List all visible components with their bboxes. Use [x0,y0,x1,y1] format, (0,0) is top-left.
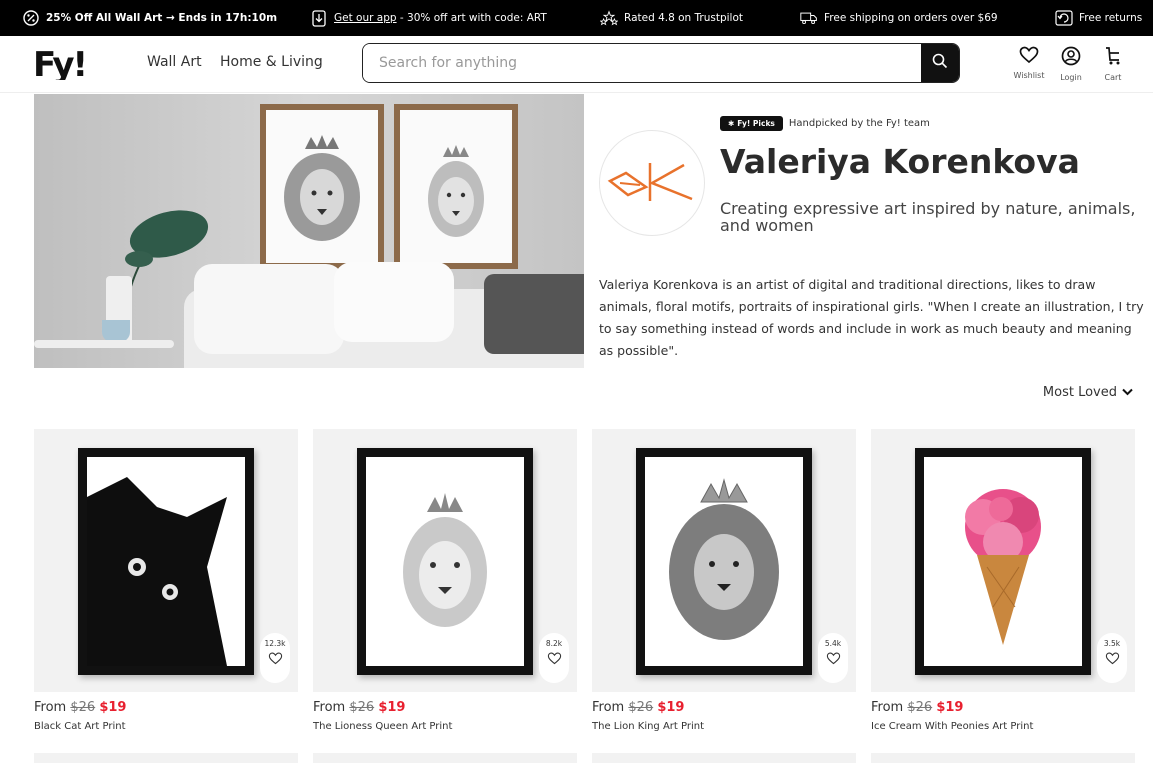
nav-wall-art[interactable]: Wall Art [147,54,202,70]
promo-rating[interactable]: Rated 4.8 on Trustpilot [600,0,743,36]
love-count: 8.2k [545,639,563,648]
product-card-next-row [871,753,1135,763]
product-card-next-row [34,753,298,763]
product-image[interactable]: 3.5k [871,429,1135,692]
search-button[interactable] [921,44,959,82]
heart-icon [268,650,283,669]
fy-picks-badge: ✱ Fy! Picks [720,116,783,131]
artist-avatar [599,130,705,236]
old-price: $26 [907,700,933,715]
old-price: $26 [628,700,654,715]
artist-banner-image [34,94,584,368]
user-icon [1061,46,1081,70]
cart-label: Cart [1104,73,1122,82]
promo-sale-text: 25% Off All Wall Art → Ends in 17h:10m [46,12,278,24]
search-icon [932,53,948,73]
lion-artwork [669,477,779,640]
product-title[interactable]: Black Cat Art Print [34,721,298,732]
old-price: $26 [349,700,375,715]
site-header: Fy! Wall Art Home & Living Wishlist Logi… [0,36,1153,93]
product-image[interactable]: 5.4k [592,429,856,692]
artist-name: Valeriya Korenkova [720,142,1080,181]
promo-returns[interactable]: Free returns [1055,0,1142,36]
search-bar [362,43,960,83]
truck-icon [800,9,818,27]
product-card-next-row [592,753,856,763]
search-input[interactable] [363,44,921,82]
fy-picks-text: Handpicked by the Fy! team [788,118,930,129]
product-image[interactable]: 8.2k [313,429,577,692]
promo-shipping[interactable]: Free shipping on orders over $69 [800,0,998,36]
app-promo-text: - 30% off art with code: ART [396,12,547,24]
love-count: 3.5k [1103,639,1121,648]
ice-cream-peonies-artwork [965,488,1041,645]
love-button[interactable]: 12.3k [260,633,290,683]
product-card[interactable]: 12.3k From $26 $19 Black Cat Art Print [34,429,298,732]
login-label: Login [1060,73,1082,82]
promo-bar: 25% Off All Wall Art → Ends in 17h:10m G… [0,0,1153,36]
product-image[interactable]: 12.3k [34,429,298,692]
product-card[interactable]: 3.5k From $26 $19 Ice Cream With Peonies… [871,429,1135,732]
love-button[interactable]: 3.5k [1097,633,1127,683]
heart-icon [826,650,841,669]
black-cat-artwork [87,457,245,666]
sort-label: Most Loved [1042,385,1117,400]
stars-icon [600,9,618,27]
wishlist-button[interactable]: Wishlist [1011,46,1047,80]
heart-icon [1105,650,1120,669]
sale-price: $19 [99,700,127,715]
product-card-next-row [313,753,577,763]
fy-picks-row: ✱ Fy! Picks Handpicked by the Fy! team [720,116,930,131]
product-price: From $26 $19 [871,700,1135,715]
product-card[interactable]: 8.2k From $26 $19 The Lioness Queen Art … [313,429,577,732]
phone-download-icon [310,9,328,27]
love-count: 5.4k [824,639,842,648]
promo-sale[interactable]: 25% Off All Wall Art → Ends in 17h:10m [22,0,277,36]
love-count: 12.3k [264,639,286,648]
fy-picks-badge-label: Fy! Picks [737,119,775,128]
cart-icon [1104,46,1122,70]
cart-button[interactable]: Cart [1095,46,1131,82]
hero-frame-lion [260,104,384,269]
old-price: $26 [70,700,96,715]
price-prefix: From [871,700,908,715]
chevron-down-icon [1122,385,1133,400]
product-title[interactable]: The Lioness Queen Art Print [313,721,577,732]
product-title[interactable]: Ice Cream With Peonies Art Print [871,721,1135,732]
sale-price: $19 [378,700,406,715]
love-button[interactable]: 5.4k [818,633,848,683]
nav-home-living[interactable]: Home & Living [220,54,323,70]
product-price: From $26 $19 [313,700,577,715]
sort-dropdown[interactable]: Most Loved [1043,385,1133,400]
returns-text: Free returns [1079,12,1143,24]
artist-tagline: Creating expressive art inspired by natu… [720,199,1136,235]
promo-app[interactable]: Get our app - 30% off art with code: ART [310,0,547,36]
returns-icon [1055,9,1073,27]
login-button[interactable]: Login [1053,46,1089,82]
product-card[interactable]: 5.4k From $26 $19 The Lion King Art Prin… [592,429,856,732]
fy-logo[interactable]: Fy! [33,45,105,85]
product-price: From $26 $19 [592,700,856,715]
product-title[interactable]: The Lion King Art Print [592,721,856,732]
heart-icon [1019,46,1039,68]
product-price: From $26 $19 [34,700,298,715]
sale-price: $19 [657,700,685,715]
lioness-artwork [403,492,487,627]
star-icon: ✱ [728,119,735,128]
wishlist-label: Wishlist [1013,71,1045,80]
price-prefix: From [313,700,350,715]
shipping-text: Free shipping on orders over $69 [824,12,998,24]
rating-text: Rated 4.8 on Trustpilot [624,12,744,24]
heart-icon [547,650,562,669]
percent-icon [22,9,40,27]
price-prefix: From [34,700,71,715]
artist-bio: Valeriya Korenkova is an artist of digit… [599,277,1144,358]
hero-frame-lioness [394,104,518,269]
love-button[interactable]: 8.2k [539,633,569,683]
svg-text:Fy!: Fy! [33,48,86,80]
sale-price: $19 [936,700,964,715]
app-link[interactable]: Get our app [334,12,397,24]
price-prefix: From [592,700,629,715]
